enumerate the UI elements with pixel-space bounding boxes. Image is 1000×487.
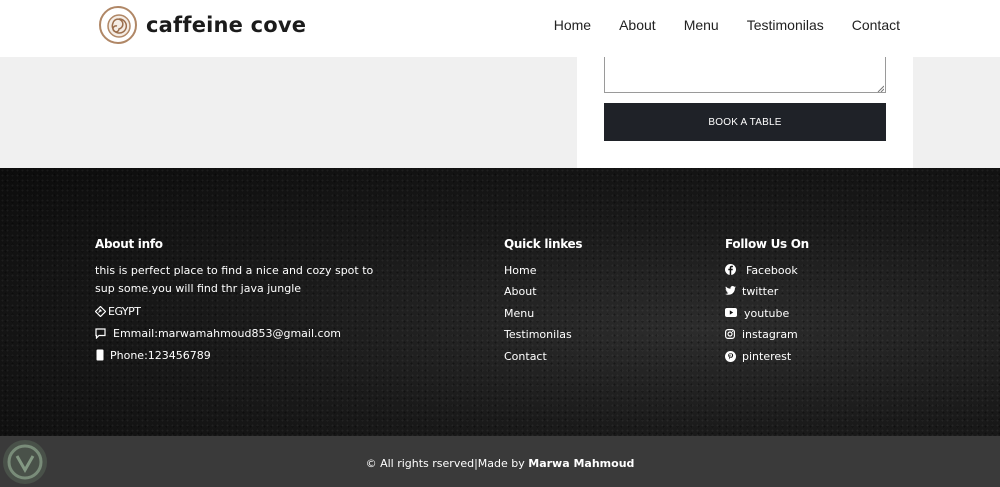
facebook-icon[interactable] — [725, 264, 736, 275]
nav-contact[interactable]: Contact — [852, 17, 900, 33]
site-header: caffeine cove Home About Menu Testimonil… — [0, 0, 1000, 57]
location-icon — [95, 306, 106, 317]
pinterest-icon[interactable] — [725, 351, 736, 362]
footer-texture — [0, 168, 1000, 436]
nav-about[interactable]: About — [619, 17, 656, 33]
message-textarea[interactable] — [604, 57, 886, 93]
nav-home[interactable]: Home — [554, 17, 591, 33]
email-text: Emmail:marwamahmoud853@gmail.com — [113, 327, 342, 340]
quick-link-contact[interactable]: Contact — [504, 350, 547, 363]
social-pinterest[interactable]: pinterest — [742, 350, 791, 363]
brand-name: caffeine cove — [146, 13, 307, 37]
quick-link-testimonials[interactable]: Testimonilas — [504, 328, 572, 341]
about-desc-line2: sup some.you will find thr java jungle — [95, 282, 302, 295]
youtube-icon[interactable] — [725, 308, 737, 317]
brand-logo[interactable]: caffeine cove — [99, 6, 306, 44]
about-desc-line1: this is perfect place to find a nice and… — [95, 264, 374, 277]
site-footer: About info this is perfect place to find… — [0, 168, 1000, 436]
book-table-button[interactable]: BOOK A TABLE — [604, 103, 886, 141]
country-text: EGYPT — [108, 305, 141, 318]
resize-grip-icon[interactable] — [877, 85, 884, 92]
about-info-title: About info — [95, 237, 163, 251]
coffee-logo-icon — [99, 6, 137, 44]
instagram-icon[interactable] — [725, 329, 735, 339]
quick-link-home[interactable]: Home — [504, 264, 536, 277]
message-icon — [95, 328, 106, 339]
nav-menu[interactable]: Menu — [684, 17, 719, 33]
copyright-text: © All rights rserved|Made by Marwa Mahmo… — [0, 457, 1000, 470]
nav-testimonials[interactable]: Testimonilas — [747, 17, 824, 33]
social-youtube[interactable]: youtube — [744, 307, 789, 320]
author-name: Marwa Mahmoud — [528, 457, 635, 470]
social-twitter[interactable]: twitter — [742, 285, 778, 298]
copyright-prefix: © All rights rserved|Made by — [365, 457, 529, 470]
phone-text: Phone:123456789 — [110, 349, 211, 362]
watermark-badge-icon — [3, 440, 47, 484]
twitter-icon[interactable] — [725, 286, 736, 296]
social-instagram[interactable]: instagram — [742, 328, 798, 341]
quick-link-menu[interactable]: Menu — [504, 307, 534, 320]
main-nav: Home About Menu Testimonilas Contact — [526, 17, 900, 33]
phone-icon — [96, 349, 104, 361]
copyright-bar: © All rights rserved|Made by Marwa Mahmo… — [0, 436, 1000, 487]
quick-links-title: Quick linkes — [504, 237, 583, 251]
quick-link-about[interactable]: About — [504, 285, 537, 298]
follow-us-title: Follow Us On — [725, 237, 809, 251]
social-facebook[interactable]: Facebook — [746, 264, 798, 277]
